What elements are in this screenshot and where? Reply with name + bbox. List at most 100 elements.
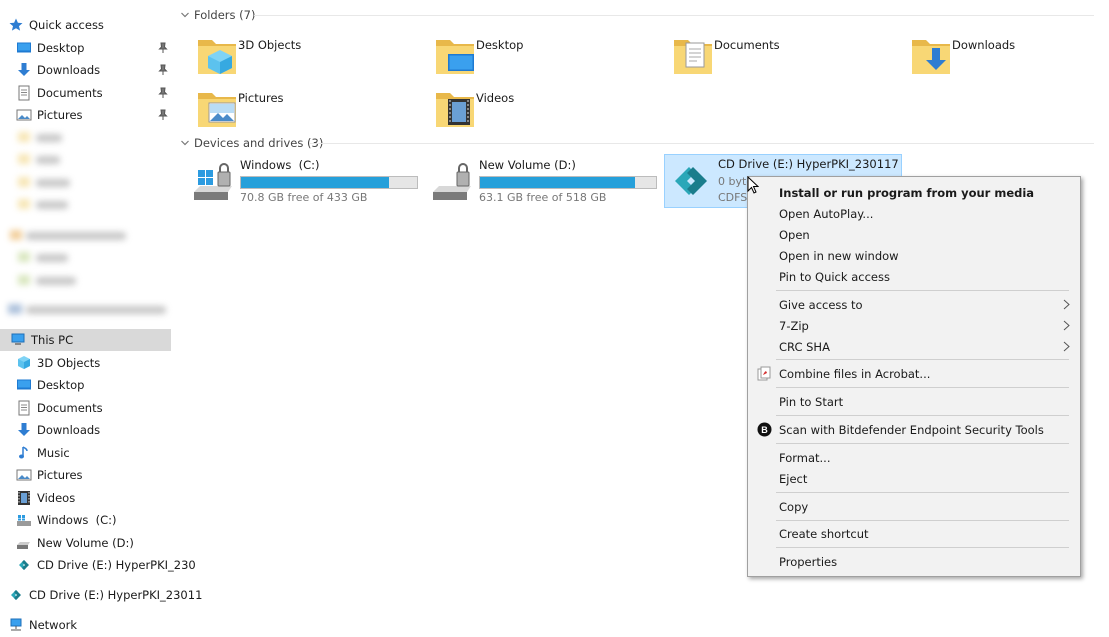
drive-usage-bar bbox=[240, 176, 418, 189]
quick-item-label: Documents bbox=[37, 86, 103, 100]
folder-videos[interactable]: Videos bbox=[434, 87, 654, 133]
drives-group-title: Devices and drives (3) bbox=[194, 136, 324, 150]
nav-label: Documents bbox=[37, 401, 103, 415]
sidebar-item-cd-drive-e-root[interactable]: CD Drive (E:) HyperPKI_23011 bbox=[8, 584, 202, 606]
menu-label: Properties bbox=[779, 554, 838, 569]
quick-item-label: Desktop bbox=[37, 41, 85, 55]
menu-label: Install or run program from your media bbox=[779, 185, 1035, 200]
computer-icon bbox=[10, 332, 26, 348]
folder-documents[interactable]: Documents bbox=[672, 34, 892, 80]
drive-free-space: 63.1 GB free of 518 GB bbox=[479, 191, 607, 204]
menu-combine-acrobat[interactable]: Combine files in Acrobat... bbox=[748, 363, 1080, 384]
quick-item-pictures[interactable]: Pictures bbox=[16, 104, 187, 126]
chevron-right-icon bbox=[1063, 320, 1070, 331]
menu-open-autoplay[interactable]: Open AutoPlay... bbox=[748, 203, 1080, 224]
windows-drive-icon bbox=[194, 163, 232, 200]
sidebar-item-pictures[interactable]: Pictures bbox=[16, 464, 187, 486]
folder-label: Videos bbox=[476, 91, 515, 105]
hard-drive-icon bbox=[16, 535, 32, 551]
nav-label: Desktop bbox=[37, 378, 85, 392]
desktop-icon bbox=[16, 40, 32, 56]
folder-label: 3D Objects bbox=[238, 38, 302, 52]
folder-downloads[interactable]: Downloads bbox=[910, 34, 1109, 80]
pin-icon bbox=[158, 87, 168, 99]
nav-label: Network bbox=[29, 618, 78, 632]
menu-format[interactable]: Format... bbox=[748, 447, 1080, 468]
sidebar-item-network[interactable]: Network bbox=[8, 614, 179, 636]
navigation-pane: Quick access Desktop Downloads Documents… bbox=[0, 0, 202, 637]
chevron-down-icon bbox=[181, 140, 189, 146]
drive-usage-bar bbox=[479, 176, 657, 189]
folder-videos-icon bbox=[436, 93, 474, 127]
folder-label: Pictures bbox=[238, 91, 284, 105]
windows-drive-icon bbox=[16, 512, 32, 528]
drive-new-volume-d[interactable]: New Volume (D:) 63.1 GB free of 518 GB bbox=[431, 156, 661, 208]
menu-label: 7-Zip bbox=[779, 318, 809, 333]
folder-3d-objects[interactable]: 3D Objects bbox=[196, 34, 416, 80]
drives-group-header[interactable]: Devices and drives (3) bbox=[180, 136, 323, 150]
menu-pin-start[interactable]: Pin to Start bbox=[748, 391, 1080, 412]
sidebar-item-windows-c[interactable]: Windows (C:) bbox=[16, 509, 187, 531]
drive-windows-c[interactable]: Windows (C:) 70.8 GB free of 433 GB bbox=[192, 156, 422, 208]
menu-label: Pin to Quick access bbox=[779, 269, 890, 284]
folder-desktop[interactable]: Desktop bbox=[434, 34, 654, 80]
folders-group-header[interactable]: Folders (7) bbox=[180, 8, 255, 22]
chevron-right-icon bbox=[1063, 341, 1070, 352]
sidebar-item-downloads[interactable]: Downloads bbox=[16, 419, 187, 441]
sidebar-item-cd-drive-e[interactable]: CD Drive (E:) HyperPKI_230 bbox=[16, 554, 196, 576]
menu-crc-sha[interactable]: CRC SHA bbox=[748, 336, 1080, 357]
menu-scan-bitdefender[interactable]: B Scan with Bitdefender Endpoint Securit… bbox=[748, 419, 1080, 440]
menu-open[interactable]: Open bbox=[748, 224, 1080, 245]
menu-separator bbox=[776, 547, 1069, 548]
menu-label: Create shortcut bbox=[779, 526, 869, 541]
menu-create-shortcut[interactable]: Create shortcut bbox=[748, 523, 1080, 544]
menu-install-run[interactable]: Install or run program from your media bbox=[748, 182, 1080, 203]
quick-item-documents[interactable]: Documents bbox=[16, 82, 187, 104]
sidebar-item-this-pc[interactable]: This PC bbox=[0, 329, 171, 351]
sidebar-item-music[interactable]: Music bbox=[16, 442, 187, 464]
cube-icon bbox=[16, 355, 32, 371]
folder-pictures[interactable]: Pictures bbox=[196, 87, 416, 133]
folder-documents-icon bbox=[674, 40, 712, 74]
drive-name: Windows (C:) bbox=[240, 158, 320, 172]
menu-separator bbox=[776, 359, 1069, 360]
pictures-icon bbox=[16, 467, 32, 483]
menu-label: CRC SHA bbox=[779, 339, 830, 354]
menu-give-access[interactable]: Give access to bbox=[748, 294, 1080, 315]
sidebar-item-videos[interactable]: Videos bbox=[16, 487, 187, 509]
quick-access[interactable]: Quick access bbox=[8, 14, 179, 36]
menu-separator bbox=[776, 415, 1069, 416]
drive-usage-fill bbox=[241, 177, 389, 188]
sidebar-item-3d-objects[interactable]: 3D Objects bbox=[16, 352, 187, 374]
menu-copy[interactable]: Copy bbox=[748, 496, 1080, 517]
menu-pin-quick-access[interactable]: Pin to Quick access bbox=[748, 266, 1080, 287]
folder-label: Downloads bbox=[952, 38, 1016, 52]
music-note-icon bbox=[16, 445, 32, 461]
context-menu: Install or run program from your media O… bbox=[747, 176, 1081, 577]
download-arrow-icon bbox=[16, 422, 32, 438]
folder-pictures-icon bbox=[198, 93, 236, 127]
menu-label: Open in new window bbox=[779, 248, 899, 263]
menu-label: Combine files in Acrobat... bbox=[779, 366, 931, 381]
sidebar-item-desktop[interactable]: Desktop bbox=[16, 374, 187, 396]
sidebar-item-documents[interactable]: Documents bbox=[16, 397, 187, 419]
menu-open-new-window[interactable]: Open in new window bbox=[748, 245, 1080, 266]
nav-label: New Volume (D:) bbox=[37, 536, 134, 550]
pin-icon bbox=[158, 42, 168, 54]
pin-icon bbox=[158, 109, 168, 121]
drive-filesystem: CDFS bbox=[718, 191, 748, 204]
folder-label: Documents bbox=[714, 38, 780, 52]
quick-item-desktop[interactable]: Desktop bbox=[16, 37, 187, 59]
quick-item-downloads[interactable]: Downloads bbox=[16, 59, 187, 81]
folder-desktop-icon bbox=[436, 40, 474, 74]
menu-label: Pin to Start bbox=[779, 394, 844, 409]
menu-7zip[interactable]: 7-Zip bbox=[748, 315, 1080, 336]
desktop-icon bbox=[16, 377, 32, 393]
menu-label: Copy bbox=[779, 499, 809, 514]
menu-label: Give access to bbox=[779, 297, 863, 312]
sidebar-item-new-volume-d[interactable]: New Volume (D:) bbox=[16, 532, 187, 554]
menu-label: Open bbox=[779, 227, 810, 242]
menu-properties[interactable]: Properties bbox=[748, 551, 1080, 572]
menu-eject[interactable]: Eject bbox=[748, 468, 1080, 489]
pictures-icon bbox=[16, 107, 32, 123]
